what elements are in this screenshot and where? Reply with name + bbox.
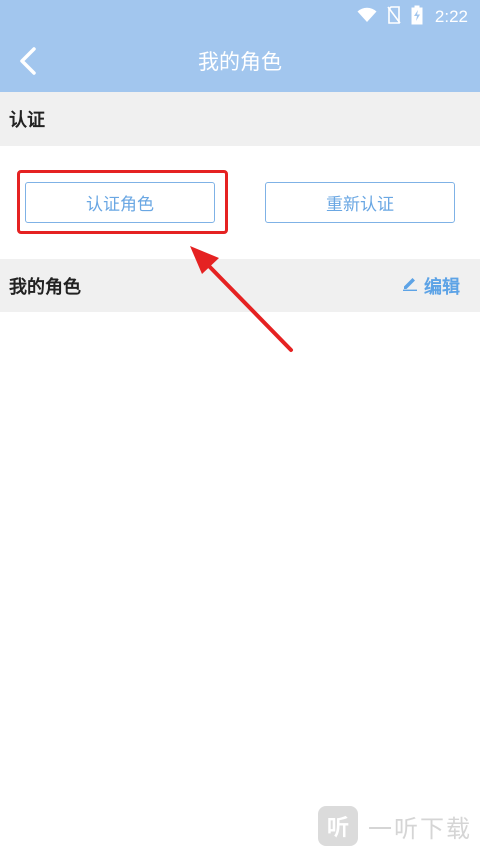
auth-buttons-area: 认证角色 重新认证 bbox=[0, 146, 480, 259]
chevron-left-icon bbox=[18, 46, 38, 80]
no-sim-icon bbox=[387, 5, 401, 28]
roles-section-header: 我的角色 编辑 bbox=[0, 259, 480, 312]
auth-section-title: 认证 bbox=[9, 110, 45, 131]
watermark-text: 一听下载 bbox=[368, 814, 472, 843]
roles-section-title: 我的角色 bbox=[9, 276, 81, 298]
page-title: 我的角色 bbox=[198, 50, 282, 74]
reauthenticate-button[interactable]: 重新认证 bbox=[265, 182, 455, 223]
watermark: 听 一听下载 bbox=[318, 806, 472, 846]
authenticate-role-button[interactable]: 认证角色 bbox=[25, 182, 215, 223]
edit-label: 编辑 bbox=[424, 276, 460, 298]
status-bar: 2:22 bbox=[0, 0, 480, 33]
watermark-logo: 听 bbox=[318, 806, 358, 846]
status-icons: 2:22 bbox=[357, 0, 468, 33]
auth-section-header: 认证 bbox=[0, 92, 480, 146]
status-time: 2:22 bbox=[434, 6, 468, 26]
battery-charging-icon bbox=[411, 5, 423, 29]
app-bar: 我的角色 bbox=[0, 33, 480, 92]
edit-button[interactable]: 编辑 bbox=[402, 259, 460, 312]
wifi-icon bbox=[357, 7, 377, 27]
back-button[interactable] bbox=[8, 41, 48, 85]
pencil-icon bbox=[402, 275, 418, 296]
